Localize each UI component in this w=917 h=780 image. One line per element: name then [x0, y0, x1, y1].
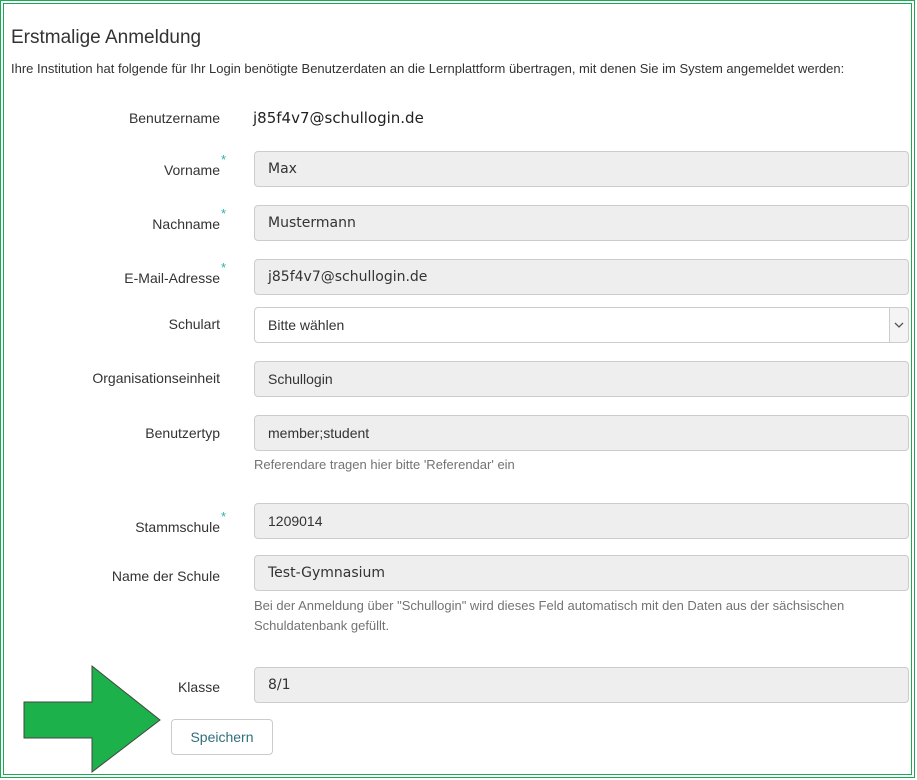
- klasse-field[interactable]: 8/1: [254, 667, 909, 703]
- vorname-value: Max: [268, 161, 297, 177]
- klasse-value: 8/1: [268, 677, 291, 693]
- nachname-label: Nachname: [152, 216, 220, 232]
- select-toggle[interactable]: [889, 307, 909, 343]
- benutzertyp-field[interactable]: member;student: [254, 415, 909, 451]
- required-marker: *: [221, 260, 227, 275]
- vorname-label: Vorname: [163, 162, 220, 178]
- email-label: E-Mail-Adresse: [124, 270, 220, 286]
- arrow-right-icon: [23, 664, 161, 774]
- schulname-value: Test-Gymnasium: [268, 565, 386, 581]
- organisationseinheit-field[interactable]: Schullogin: [254, 361, 909, 397]
- schulart-select[interactable]: Bitte wählen: [254, 307, 909, 343]
- nachname-value: Mustermann: [268, 215, 356, 231]
- page-title: Erstmalige Anmeldung: [11, 27, 202, 48]
- intro-text: Ihre Institution hat folgende für Ihr Lo…: [11, 61, 845, 76]
- email-field[interactable]: j85f4v7@schullogin.de: [254, 259, 909, 295]
- vorname-field[interactable]: Max: [254, 151, 909, 187]
- benutzertyp-label: Benutzertyp: [145, 425, 220, 441]
- schulname-label: Name der Schule: [111, 568, 220, 584]
- schulname-field[interactable]: Test-Gymnasium: [254, 555, 909, 591]
- benutzertyp-value: member;student: [268, 425, 370, 441]
- organisationseinheit-value: Schullogin: [268, 371, 333, 387]
- required-marker: *: [221, 509, 227, 524]
- required-marker: *: [221, 152, 227, 167]
- schulart-label: Schulart: [168, 316, 220, 332]
- nachname-field[interactable]: Mustermann: [254, 205, 909, 241]
- required-marker: *: [221, 206, 227, 221]
- benutzername-value: j85f4v7@schullogin.de: [253, 109, 424, 127]
- save-button[interactable]: Speichern: [171, 719, 273, 755]
- stammschule-label: Stammschule: [135, 519, 220, 535]
- benutzername-label: Benutzername: [128, 110, 220, 126]
- stammschule-value: 1209014: [268, 513, 323, 529]
- benutzertyp-help: Referendare tragen hier bitte 'Referenda…: [254, 457, 515, 472]
- email-value: j85f4v7@schullogin.de: [268, 269, 428, 285]
- chevron-down-icon: [894, 322, 904, 328]
- schulname-help: Bei der Anmeldung über "Schullogin" wird…: [254, 598, 845, 633]
- organisationseinheit-label: Organisationseinheit: [92, 370, 220, 386]
- schulart-value: Bitte wählen: [268, 317, 345, 333]
- stammschule-field[interactable]: 1209014: [254, 503, 909, 539]
